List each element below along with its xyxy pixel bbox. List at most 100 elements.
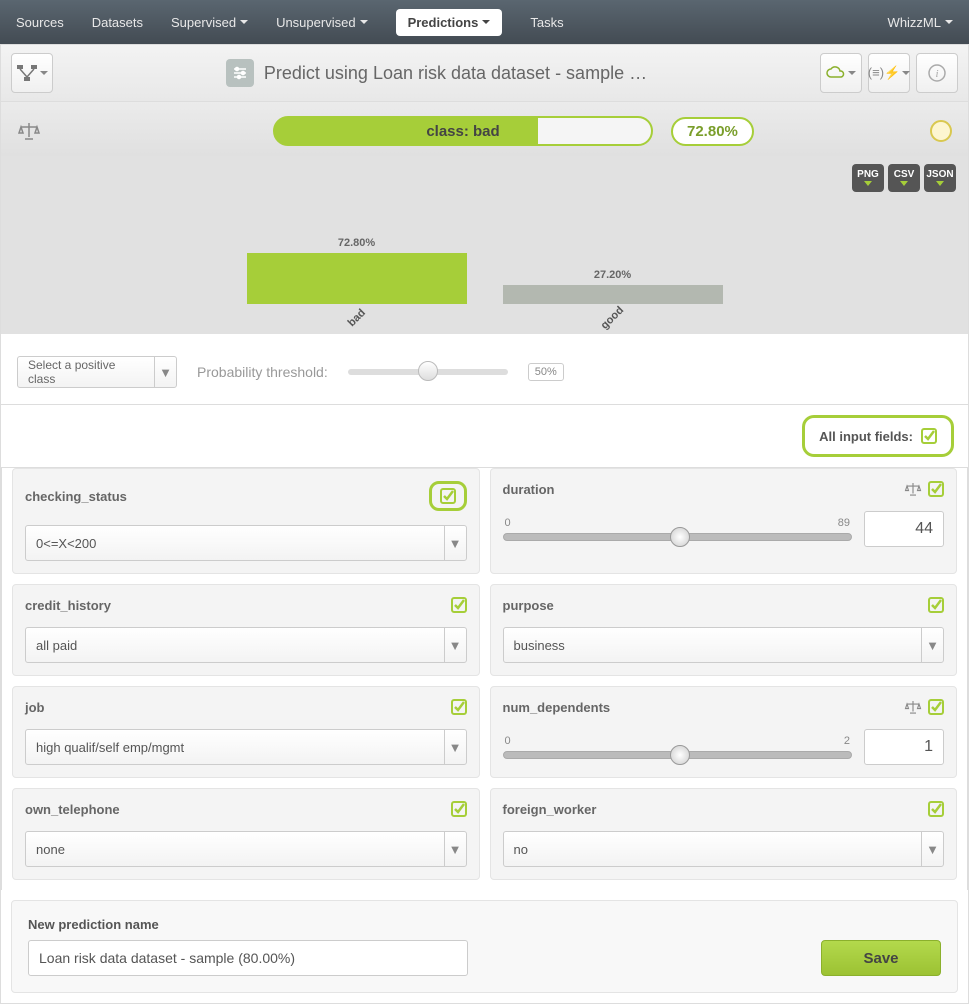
- caret-icon: [902, 71, 910, 75]
- page-title: Predict using Loan risk data dataset - s…: [264, 63, 647, 84]
- nav-whizzml-label: WhizzML: [888, 15, 941, 30]
- field-label: num_dependents: [503, 700, 611, 715]
- save-button[interactable]: Save: [821, 940, 941, 976]
- nav-unsupervised-label: Unsupervised: [276, 15, 356, 30]
- bar-category-label: good: [599, 304, 626, 331]
- foreign-worker-select[interactable]: no ▼: [503, 831, 945, 867]
- nav-tasks[interactable]: Tasks: [530, 15, 563, 30]
- duration-slider[interactable]: [503, 533, 853, 541]
- field-label: own_telephone: [25, 802, 120, 817]
- controls-row: Select a positive class ▼ Probability th…: [0, 334, 969, 405]
- bar-rect: [247, 253, 467, 304]
- prediction-bar: class: bad: [273, 116, 653, 146]
- range-max: 2: [844, 735, 850, 747]
- checkbox-checked-icon[interactable]: [928, 481, 944, 497]
- field-label: purpose: [503, 598, 554, 613]
- select-arrow-icon: ▼: [444, 627, 466, 663]
- checkbox-checked-icon[interactable]: [440, 488, 456, 504]
- checkbox-checked-icon[interactable]: [928, 801, 944, 817]
- nav-supervised-label: Supervised: [171, 15, 236, 30]
- slider-thumb[interactable]: [670, 745, 690, 765]
- bar-rect: [503, 285, 723, 304]
- field-foreign-worker: foreign_worker no ▼: [490, 788, 958, 880]
- nav-sources[interactable]: Sources: [16, 15, 64, 30]
- chart-bar-bad: 72.80% bad: [247, 237, 467, 324]
- select-value: none: [26, 842, 444, 857]
- field-label: credit_history: [25, 598, 111, 613]
- checkbox-checked-icon[interactable]: [928, 699, 944, 715]
- code-button[interactable]: (≡)⚡: [868, 53, 910, 93]
- title-bar: Predict using Loan risk data dataset - s…: [0, 44, 969, 102]
- bar-value-label: 27.20%: [594, 269, 631, 281]
- field-job: job high qualif/self emp/mgmt ▼: [12, 686, 480, 778]
- export-csv-button[interactable]: CSV: [888, 164, 920, 192]
- job-select[interactable]: high qualif/self emp/mgmt ▼: [25, 729, 467, 765]
- own-telephone-select[interactable]: none ▼: [25, 831, 467, 867]
- chart-panel: PNG CSV JSON 72.80% bad 27.20% good: [0, 156, 969, 334]
- svg-text:i: i: [935, 68, 938, 80]
- caret-icon: [482, 20, 490, 24]
- prediction-name-input[interactable]: [28, 940, 468, 976]
- probability-threshold-slider[interactable]: [348, 369, 508, 375]
- purpose-select[interactable]: business ▼: [503, 627, 945, 663]
- field-label: foreign_worker: [503, 802, 597, 817]
- top-nav: Sources Datasets Supervised Unsupervised…: [0, 0, 969, 44]
- select-value: high qualif/self emp/mgmt: [26, 740, 444, 755]
- slider-thumb[interactable]: [670, 527, 690, 547]
- select-value: no: [504, 842, 922, 857]
- export-json-button[interactable]: JSON: [924, 164, 956, 192]
- checkbox-checked-icon[interactable]: [451, 801, 467, 817]
- bar-value-label: 72.80%: [338, 237, 375, 249]
- range-min: 0: [505, 735, 511, 747]
- range-max: 89: [838, 517, 850, 529]
- select-arrow-icon: ▼: [444, 831, 466, 867]
- select-arrow-icon: ▼: [444, 729, 466, 765]
- field-own-telephone: own_telephone none ▼: [12, 788, 480, 880]
- code-icon: (≡)⚡: [868, 65, 900, 81]
- field-label: duration: [503, 482, 555, 497]
- select-value: business: [504, 638, 922, 653]
- num-dependents-slider[interactable]: [503, 751, 853, 759]
- nav-datasets[interactable]: Datasets: [92, 15, 143, 30]
- field-credit-history: credit_history all paid ▼: [12, 584, 480, 676]
- checkbox-checked-icon[interactable]: [921, 428, 937, 444]
- balance-icon: [904, 481, 922, 497]
- chart-bar-good: 27.20% good: [503, 269, 723, 324]
- network-menu-button[interactable]: [11, 53, 53, 93]
- select-value: all paid: [26, 638, 444, 653]
- export-png-button[interactable]: PNG: [852, 164, 884, 192]
- nav-predictions-label: Predictions: [408, 15, 479, 30]
- caret-icon: [945, 20, 953, 24]
- select-value: 0<=X<200: [26, 536, 444, 551]
- prediction-class-label: class: bad: [426, 123, 499, 140]
- caret-icon: [848, 71, 856, 75]
- checking-status-select[interactable]: 0<=X<200 ▼: [25, 525, 467, 561]
- refresh-button[interactable]: [820, 53, 862, 93]
- balance-icon: [904, 699, 922, 715]
- caret-icon: [40, 71, 48, 75]
- probability-threshold-label: Probability threshold:: [197, 364, 328, 380]
- select-arrow-icon: ▼: [444, 525, 466, 561]
- collapse-chart-button[interactable]: [930, 120, 952, 142]
- credit-history-select[interactable]: all paid ▼: [25, 627, 467, 663]
- field-purpose: purpose business ▼: [490, 584, 958, 676]
- duration-input[interactable]: [864, 511, 944, 547]
- info-button[interactable]: i: [916, 53, 958, 93]
- caret-icon: [240, 20, 248, 24]
- slider-thumb[interactable]: [418, 361, 438, 381]
- prediction-confidence: 72.80%: [671, 117, 754, 146]
- checkbox-checked-icon[interactable]: [451, 699, 467, 715]
- checkbox-checked-icon[interactable]: [451, 597, 467, 613]
- nav-unsupervised[interactable]: Unsupervised: [276, 15, 368, 30]
- caret-icon: [360, 20, 368, 24]
- checkbox-checked-icon[interactable]: [928, 597, 944, 613]
- nav-whizzml[interactable]: WhizzML: [888, 15, 953, 30]
- positive-class-placeholder: Select a positive class: [18, 358, 154, 386]
- field-label: job: [25, 700, 45, 715]
- network-icon: [17, 65, 37, 81]
- positive-class-select[interactable]: Select a positive class ▼: [17, 356, 177, 388]
- nav-predictions[interactable]: Predictions: [396, 9, 503, 36]
- balance-icon: [17, 121, 41, 141]
- nav-supervised[interactable]: Supervised: [171, 15, 248, 30]
- num-dependents-input[interactable]: [864, 729, 944, 765]
